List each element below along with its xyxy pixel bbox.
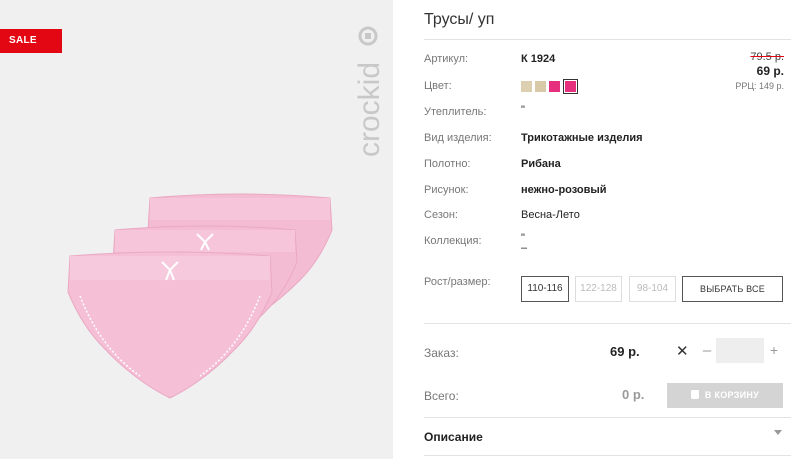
divider [424, 455, 791, 456]
collection-value-dash: – [521, 242, 528, 254]
product-image-panel[interactable]: SALE crockid [0, 0, 393, 459]
article-value: К 1924 [521, 53, 556, 65]
size-option-110-116[interactable]: 110-116 [521, 276, 569, 302]
increase-quantity-button[interactable]: + [768, 342, 780, 358]
product-title: Трусы/ уп [424, 11, 495, 28]
sale-badge: SALE [0, 29, 62, 53]
season-label: Сезон: [424, 209, 458, 221]
insulation-value: " [521, 104, 525, 116]
chevron-down-icon[interactable] [774, 430, 782, 435]
total-price: 0 р. [622, 387, 645, 402]
old-price: 79.5 р. [750, 51, 784, 63]
add-to-cart-label: В КОРЗИНУ [704, 390, 760, 400]
color-swatch[interactable] [521, 81, 532, 92]
decrease-quantity-button[interactable]: – [700, 342, 714, 359]
collection-label: Коллекция: [424, 235, 482, 247]
pattern-label: Рисунок: [424, 184, 469, 196]
panties-front [67, 251, 273, 399]
divider [424, 323, 791, 324]
color-label: Цвет: [424, 80, 452, 92]
size-option-122-128[interactable]: 122-128 [575, 276, 622, 302]
divider [424, 39, 791, 40]
times-icon: ✕ [676, 343, 689, 360]
description-toggle[interactable]: Описание [424, 430, 483, 444]
divider [424, 417, 791, 418]
add-to-cart-button[interactable]: В КОРЗИНУ [667, 383, 783, 408]
color-swatch[interactable] [535, 81, 546, 92]
size-label: Рост/размер: [424, 276, 491, 288]
color-swatches [521, 79, 578, 94]
shopping-bag-icon [690, 390, 699, 399]
color-swatch[interactable] [549, 81, 560, 92]
select-all-sizes-button[interactable]: ВЫБРАТЬ ВСЕ [682, 276, 783, 302]
item-type-label: Вид изделия: [424, 132, 492, 144]
insulation-label: Утеплитель: [424, 106, 487, 118]
order-price: 69 р. [610, 344, 640, 359]
color-swatch-selected[interactable] [563, 79, 578, 94]
size-option-98-104[interactable]: 98-104 [629, 276, 676, 302]
order-label: Заказ: [424, 346, 459, 360]
product-photo [67, 193, 333, 399]
current-price: 69 р. [756, 64, 784, 78]
brand-logo: crockid [353, 26, 386, 157]
quantity-input[interactable] [716, 338, 764, 363]
item-type-value: Трикотажные изделия [521, 132, 643, 144]
article-label: Артикул: [424, 53, 469, 65]
rrp-price: РРЦ: 149 р. [735, 81, 784, 91]
pattern-value: нежно-розовый [521, 184, 607, 196]
fabric-label: Полотно: [424, 158, 471, 170]
total-label: Всего: [424, 389, 459, 403]
fabric-value: Рибана [521, 158, 561, 170]
season-value: Весна-Лето [521, 209, 580, 221]
brand-logo-text: crockid [353, 62, 386, 157]
